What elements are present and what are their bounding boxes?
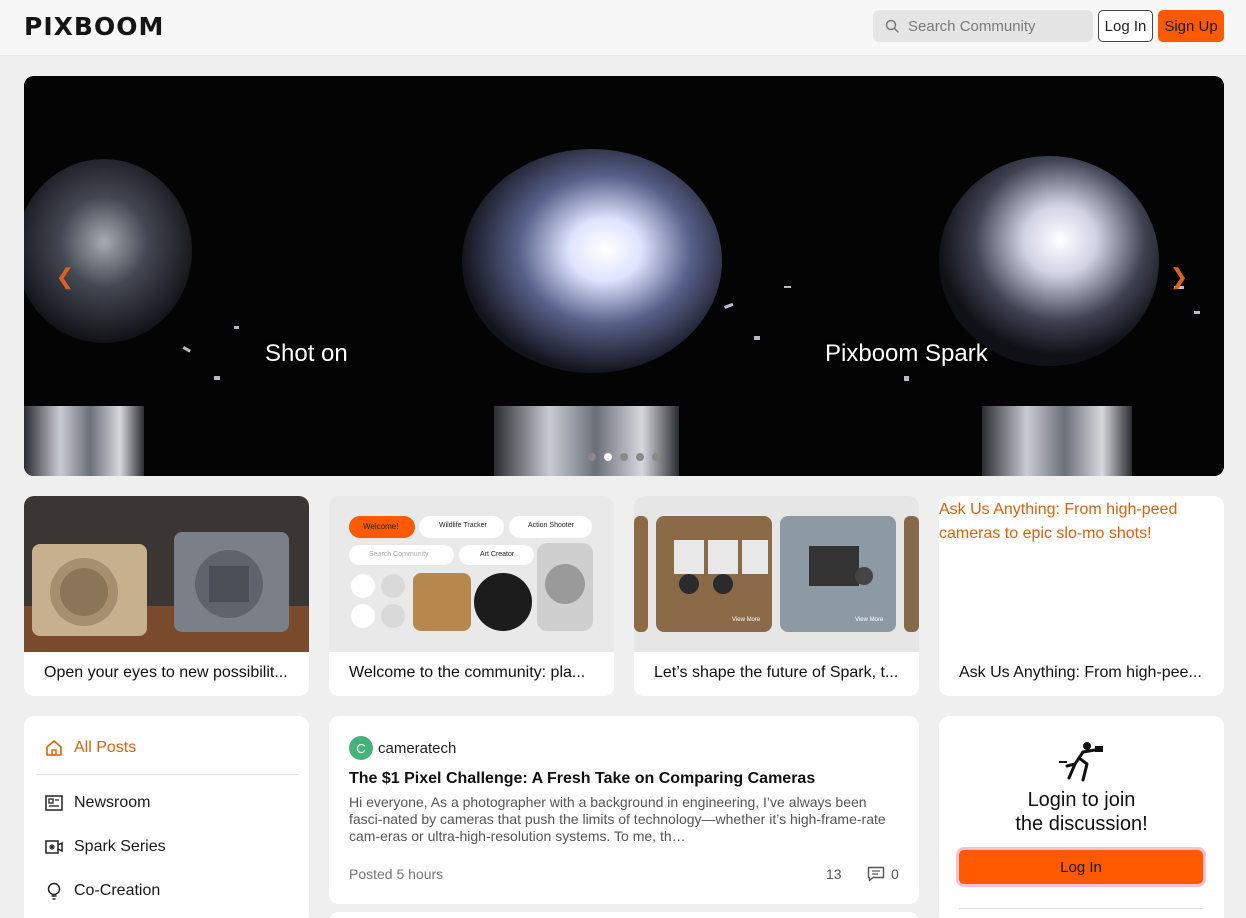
post-excerpt: Hi everyone, As a photographer with a ba… xyxy=(349,794,886,844)
sidebar-item-label: Spark Series xyxy=(74,838,166,855)
ama-headline: Ask Us Anything: From high-peed cameras … xyxy=(939,501,1178,542)
login-title-line-2: the discussion! xyxy=(1015,813,1148,835)
carousel-prev-button[interactable]: ❮ xyxy=(50,262,80,292)
cameras-on-table-image xyxy=(24,496,309,652)
sidebar-nav: All Posts Newsroom Spark Series Co-Creat… xyxy=(24,716,309,918)
card-caption: Welcome to the community: pla... xyxy=(349,664,586,681)
mock-chip-welcome: Welcome! xyxy=(363,522,399,531)
mock-search: Search Community xyxy=(369,551,429,558)
comment-icon xyxy=(867,866,885,882)
sidebar-item-spark-series[interactable]: Spark Series xyxy=(44,837,166,857)
post-card[interactable]: C cameratech The $1 Pixel Challenge: A F… xyxy=(329,716,919,904)
sidebar-item-co-creation[interactable]: Co-Creation xyxy=(44,881,160,901)
card-caption: Let’s shape the future of Spark, t... xyxy=(654,664,899,681)
login-title-line-1: Login to join xyxy=(1027,789,1136,811)
search-box[interactable] xyxy=(873,10,1093,42)
newspaper-icon xyxy=(45,795,63,811)
search-icon xyxy=(885,19,899,33)
signup-button[interactable]: Sign Up xyxy=(1158,10,1224,42)
pixboom-logo[interactable]: PIXBOOM xyxy=(24,12,164,41)
sidebar-item-label: Newsroom xyxy=(74,794,151,811)
post-title[interactable]: The $1 Pixel Challenge: A Fresh Take on … xyxy=(349,770,815,788)
home-icon xyxy=(46,740,62,756)
mock-chip-action: Action Shooter xyxy=(528,522,574,529)
feature-card-2[interactable]: Welcome! Wildlife Tracker Action Shooter… xyxy=(329,496,614,696)
login-button[interactable]: Log In xyxy=(1098,10,1153,42)
sidebar-item-label: Co-Creation xyxy=(74,882,161,899)
carousel-dot-active[interactable] xyxy=(604,453,612,461)
mock-view-more: View More xyxy=(732,617,761,623)
hero-text-right: Pixboom Spark xyxy=(825,340,988,367)
sidebar-item-all-posts[interactable]: All Posts xyxy=(44,738,136,758)
community-app-mockup-image xyxy=(329,496,614,652)
carousel-dots xyxy=(588,453,660,461)
card-caption: Open your eyes to new possibilit... xyxy=(44,664,288,681)
hero-lightbulbs-image xyxy=(24,76,1224,476)
feature-card-3[interactable]: View More View More Let’s shape the futu… xyxy=(634,496,919,696)
chevron-left-icon: ❮ xyxy=(55,264,75,289)
avatar[interactable]: C xyxy=(349,736,373,760)
slow-motion-runner-icon xyxy=(1059,742,1103,782)
login-prompt-card: Login to join the discussion! Log In xyxy=(939,716,1224,918)
post-author[interactable]: cameratech xyxy=(378,740,456,757)
login-card-divider xyxy=(959,908,1203,909)
chevron-right-icon: ❯ xyxy=(1169,264,1189,289)
video-camera-icon xyxy=(45,840,63,854)
feature-card-4[interactable]: Ask Us Anything: From high-peed cameras … xyxy=(939,496,1224,696)
comments-count: 0 xyxy=(891,866,899,882)
post-timestamp: Posted 5 hours xyxy=(349,866,444,882)
login-card-button[interactable]: Log In xyxy=(959,850,1203,884)
card-caption: Ask Us Anything: From high-pee... xyxy=(959,664,1202,681)
search-input[interactable] xyxy=(908,17,1078,35)
sidebar-divider xyxy=(36,774,298,775)
carousel-dot[interactable] xyxy=(620,453,628,461)
post-card[interactable] xyxy=(329,912,919,918)
hero-text-left: Shot on xyxy=(265,340,348,367)
login-prompt-title: Login to join the discussion! xyxy=(939,788,1224,836)
sidebar-item-label: All Posts xyxy=(74,739,137,756)
views-count: 13 xyxy=(826,866,842,882)
hero-carousel[interactable]: Shot on Pixboom Spark ❮ ❯ xyxy=(24,76,1224,476)
feature-card-1[interactable]: Open your eyes to new possibilit... xyxy=(24,496,309,696)
carousel-dot[interactable] xyxy=(652,453,660,461)
top-navigation-bar: PIXBOOM Log In Sign Up xyxy=(0,0,1246,56)
post-views: 13 xyxy=(826,866,842,882)
carousel-dot[interactable] xyxy=(588,453,596,461)
spark-camera-gallery-image xyxy=(634,496,919,652)
sidebar-item-newsroom[interactable]: Newsroom xyxy=(44,793,150,813)
mock-chip-wildlife: Wildlife Tracker xyxy=(439,522,487,529)
lightbulb-icon xyxy=(47,882,61,900)
carousel-next-button[interactable]: ❯ xyxy=(1164,262,1194,292)
mock-view-more: View More xyxy=(855,617,884,623)
post-comments[interactable]: 0 xyxy=(867,866,899,882)
mock-chip-art: Art Creator xyxy=(480,551,515,558)
carousel-dot[interactable] xyxy=(636,453,644,461)
